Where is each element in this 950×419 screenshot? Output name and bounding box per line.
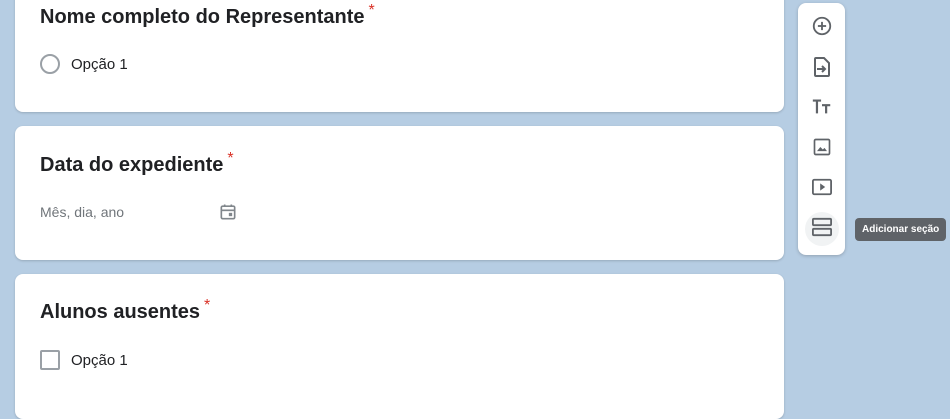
question-title: Alunos ausentes * xyxy=(40,297,210,324)
import-questions-icon xyxy=(812,56,832,83)
question-card-absent: Alunos ausentes * Opção 1 xyxy=(15,274,784,419)
date-placeholder: Mês, dia, ano xyxy=(40,204,125,220)
question-title-text: Data do expediente xyxy=(40,154,224,176)
question-title-text: Alunos ausentes xyxy=(40,301,201,323)
import-questions-button[interactable] xyxy=(805,52,839,86)
checkbox[interactable] xyxy=(40,350,60,370)
add-circle-icon xyxy=(811,15,833,42)
date-field[interactable]: Mês, dia, ano xyxy=(40,202,238,222)
question-title-text: Nome completo do Representante xyxy=(40,6,365,28)
checkbox-option[interactable]: Opção 1 xyxy=(40,350,128,370)
required-asterisk: * xyxy=(204,297,211,314)
radio-option[interactable]: Opção 1 xyxy=(40,54,128,74)
video-icon xyxy=(811,177,833,202)
calendar-icon[interactable] xyxy=(218,202,238,222)
option-label: Opção 1 xyxy=(71,55,128,73)
tooltip: Adicionar seção xyxy=(855,218,947,241)
floating-toolbar xyxy=(798,3,845,255)
add-video-button[interactable] xyxy=(805,172,839,206)
option-label: Opção 1 xyxy=(71,351,128,369)
add-title-button[interactable] xyxy=(805,92,839,126)
add-section-button[interactable] xyxy=(805,212,839,246)
required-asterisk: * xyxy=(368,2,375,19)
question-card-date: Data do expediente * Mês, dia, ano xyxy=(15,126,784,260)
question-title: Nome completo do Representante * xyxy=(40,2,375,29)
question-card-name: Nome completo do Representante * Opção 1 xyxy=(15,0,784,112)
add-question-button[interactable] xyxy=(805,11,839,45)
section-icon xyxy=(811,217,833,242)
question-title: Data do expediente * xyxy=(40,150,234,177)
image-icon xyxy=(812,137,832,162)
radio-button[interactable] xyxy=(40,54,60,74)
title-text-icon xyxy=(811,96,833,123)
required-asterisk: * xyxy=(227,150,234,167)
add-image-button[interactable] xyxy=(805,132,839,166)
